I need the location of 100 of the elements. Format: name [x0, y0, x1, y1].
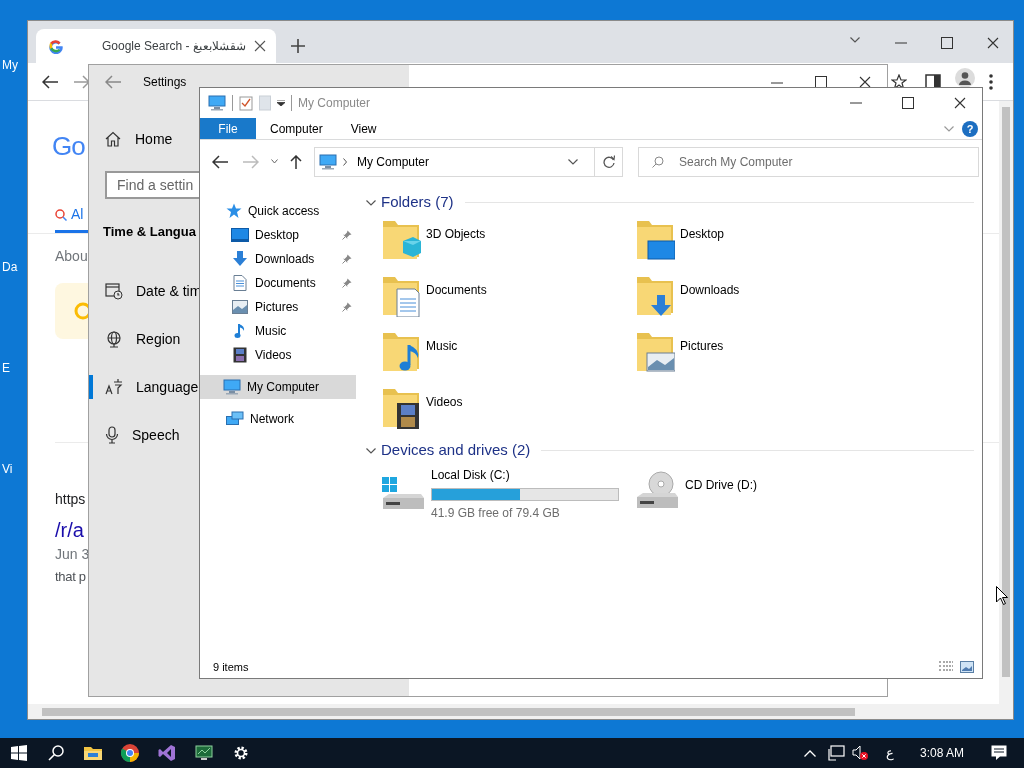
- network-icon[interactable]: [827, 745, 846, 761]
- computer-icon: [208, 95, 226, 111]
- search-icon: [55, 208, 67, 221]
- group-header[interactable]: Folders (7): [381, 190, 454, 214]
- menu-icon[interactable]: [989, 73, 993, 90]
- ribbon-tab[interactable]: View: [336, 118, 391, 139]
- google-logo-icon: [48, 38, 64, 54]
- close-icon[interactable]: [987, 37, 999, 49]
- language-icon: [105, 378, 123, 396]
- address-dropdown-icon[interactable]: [568, 158, 578, 165]
- desktop-icon-label[interactable]: Da: [2, 260, 18, 274]
- result-url[interactable]: https: [55, 489, 86, 510]
- pin-icon: [342, 230, 352, 240]
- new-tab-icon[interactable]: [291, 39, 305, 53]
- maximize-icon[interactable]: [902, 97, 914, 109]
- home-icon: [105, 131, 121, 147]
- nav-pane-item[interactable]: Documents: [200, 271, 356, 295]
- result-snippet: that p: [55, 568, 86, 586]
- film-icon: [233, 347, 247, 363]
- network-icon: [226, 411, 244, 427]
- group-header[interactable]: Devices and drives (2): [381, 438, 531, 462]
- vertical-scrollbar[interactable]: [999, 101, 1013, 704]
- search-icon[interactable]: [47, 745, 64, 761]
- ribbon-tab[interactable]: Computer: [256, 118, 337, 139]
- picture-icon: [232, 300, 248, 314]
- close-icon[interactable]: [254, 40, 266, 52]
- profile-avatar-icon[interactable]: [955, 68, 975, 88]
- folder-item[interactable]: Music: [381, 326, 635, 382]
- notifications-icon[interactable]: [991, 745, 1007, 761]
- browser-tab[interactable]: Google Search - شقشلابعبغ: [36, 29, 276, 63]
- nav-pane-item[interactable]: Downloads: [200, 247, 356, 271]
- nav-item[interactable]: Language: [89, 363, 200, 411]
- group-toggle-icon[interactable]: [366, 197, 376, 207]
- google-logo: Go: [52, 131, 85, 161]
- properties-icon[interactable]: [239, 95, 253, 111]
- folder-item[interactable]: Desktop: [635, 214, 889, 270]
- chrome-icon[interactable]: [120, 744, 139, 762]
- nav-pane-item[interactable]: Network: [200, 407, 356, 431]
- nav-pane-item[interactable]: Desktop: [200, 223, 356, 247]
- nav-pane-item[interactable]: Videos: [200, 343, 356, 367]
- tab-title: Google Search - شقشلابعبغ: [102, 38, 246, 55]
- help-button[interactable]: ?: [962, 121, 978, 137]
- settings-icon[interactable]: [232, 745, 249, 761]
- result-stats: Abou: [55, 247, 88, 266]
- pin-icon: [342, 278, 352, 288]
- nav-pane-item[interactable]: Music: [200, 319, 356, 343]
- large-icons-view-icon[interactable]: [960, 661, 974, 673]
- maximize-icon[interactable]: [941, 37, 953, 49]
- bookmark-star-icon[interactable]: [891, 73, 907, 90]
- pin-icon: [342, 254, 352, 264]
- folder-icon[interactable]: [83, 746, 102, 760]
- section-title: Time & Langua: [103, 223, 197, 242]
- folder-item[interactable]: Videos: [381, 382, 635, 438]
- expand-ribbon-icon[interactable]: [944, 126, 954, 132]
- desktop-icon-label[interactable]: E: [2, 361, 10, 375]
- folder-item[interactable]: 3D Objects: [381, 214, 635, 270]
- home-item[interactable]: Home: [89, 121, 200, 157]
- folder-item[interactable]: Downloads: [635, 270, 889, 326]
- nav-pane-item[interactable]: My Computer: [200, 375, 356, 399]
- back-arrow-icon[interactable]: [212, 154, 228, 169]
- ribbon-tab[interactable]: File: [200, 118, 256, 139]
- nav-pane-item[interactable]: Pictures: [200, 295, 356, 319]
- breadcrumb-separator-icon: [343, 157, 347, 166]
- nav-item[interactable]: Region: [89, 315, 200, 363]
- windows-logo-icon: [10, 745, 27, 761]
- clock[interactable]: 3:08 AM: [919, 744, 964, 762]
- close-icon[interactable]: [859, 76, 871, 88]
- customize-toolbar-icon[interactable]: [277, 100, 285, 106]
- desktop-icon: [231, 228, 249, 242]
- volume-muted-icon[interactable]: [851, 745, 868, 761]
- up-arrow-icon[interactable]: [290, 154, 302, 169]
- microphone-icon: [105, 426, 119, 444]
- forward-arrow-icon[interactable]: [74, 74, 90, 89]
- drive-item[interactable]: CD Drive (D:): [635, 462, 889, 528]
- input-language-indicator[interactable]: ع: [885, 743, 894, 763]
- search-icon: [73, 301, 89, 321]
- close-icon[interactable]: [954, 97, 966, 109]
- result-title[interactable]: /r/a: [55, 515, 84, 545]
- desktop-icon-label[interactable]: My: [2, 58, 18, 72]
- show-hidden-icons-icon[interactable]: [803, 749, 816, 757]
- nav-pane-item[interactable]: Quick access: [200, 199, 356, 223]
- pin-icon: [342, 302, 352, 312]
- search-field[interactable]: Find a settin: [105, 171, 200, 199]
- star-icon: [226, 203, 242, 219]
- back-arrow-icon[interactable]: [42, 74, 58, 89]
- desktop-icon-label[interactable]: Vi: [2, 462, 13, 476]
- group-toggle-icon[interactable]: [366, 445, 376, 455]
- document-icon: [233, 275, 247, 291]
- recent-locations-icon[interactable]: [271, 159, 278, 164]
- drive-item[interactable]: Local Disk (C:) 41.9 GB free of 79.4 GB: [381, 462, 635, 528]
- nav-item[interactable]: Speech: [89, 411, 200, 459]
- visual-studio-icon[interactable]: [157, 744, 176, 762]
- monitor-icon[interactable]: [194, 745, 213, 761]
- tab-search-icon[interactable]: [850, 37, 860, 43]
- folder-item[interactable]: Pictures: [635, 326, 889, 382]
- address-bar[interactable]: My Computer: [314, 146, 623, 177]
- computer-icon: [319, 153, 337, 170]
- refresh-icon[interactable]: [602, 155, 615, 168]
- folder-item[interactable]: Documents: [381, 270, 635, 326]
- horizontal-scrollbar[interactable]: [28, 704, 1013, 719]
